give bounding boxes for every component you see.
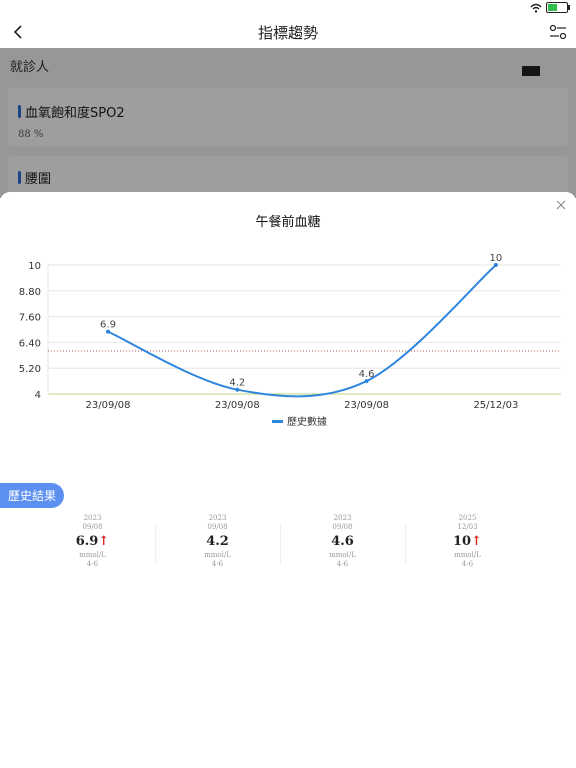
result-value: 4.2 bbox=[155, 534, 280, 550]
high-arrow-icon: ↑ bbox=[471, 534, 482, 549]
y-tick-label: 5.20 bbox=[19, 364, 41, 375]
data-label: 6.9 bbox=[100, 320, 116, 331]
result-range: 4-6 bbox=[336, 560, 349, 568]
data-label: 4.2 bbox=[229, 378, 245, 389]
legend-label: 歷史數據 bbox=[287, 415, 327, 428]
result-date: 09/08 bbox=[82, 523, 103, 531]
x-tick-label: 23/09/08 bbox=[86, 400, 131, 411]
y-tick-label: 10 bbox=[28, 261, 41, 272]
settings-sliders-icon bbox=[549, 24, 567, 40]
result-unit: mmol/L bbox=[79, 551, 106, 559]
result-item[interactable]: 2023 09/08 6.9↑ mmol/L 4-6 bbox=[30, 514, 155, 574]
result-range: 4-6 bbox=[86, 560, 99, 568]
result-value: 4.6 bbox=[280, 534, 405, 550]
result-year: 2023 bbox=[83, 514, 102, 522]
x-tick-label: 23/09/08 bbox=[215, 400, 260, 411]
trend-bottom-sheet: 午餐前血糖 10 8.80 7.60 6.40 5.20 4 23/09/08 23/09/0… bbox=[0, 192, 576, 768]
trend-line-chart: 10 8.80 7.60 6.40 5.20 4 23/09/08 23/09/08 23/09… bbox=[19, 253, 561, 428]
y-tick-label: 7.60 bbox=[19, 313, 41, 324]
close-icon bbox=[556, 200, 566, 210]
data-label: 10 bbox=[490, 253, 503, 264]
result-item[interactable]: 2023 09/08 4.2 mmol/L 4-6 bbox=[155, 514, 280, 574]
result-value-number: 4.2 bbox=[206, 534, 229, 549]
result-value-number: 10 bbox=[453, 534, 472, 549]
result-value-number: 4.6 bbox=[331, 534, 354, 549]
series-line bbox=[107, 264, 497, 398]
result-year: 2023 bbox=[208, 514, 227, 522]
page-title: 指標趨勢 bbox=[257, 24, 318, 42]
sheet-title: 午餐前血糖 bbox=[255, 215, 321, 230]
data-label: 4.6 bbox=[359, 369, 375, 380]
result-date: 09/08 bbox=[332, 523, 353, 531]
legend-swatch bbox=[272, 420, 283, 423]
modal-backdrop[interactable] bbox=[0, 48, 576, 198]
wifi-icon bbox=[530, 3, 542, 13]
high-arrow-icon: ↑ bbox=[98, 534, 110, 549]
result-date: 12/03 bbox=[457, 523, 478, 531]
result-date: 09/08 bbox=[207, 523, 228, 531]
x-tick-label: 25/12/03 bbox=[473, 400, 518, 411]
result-value-number: 6.9 bbox=[75, 534, 99, 549]
result-range: 4-6 bbox=[461, 560, 474, 568]
status-bar bbox=[0, 0, 576, 16]
status-icons bbox=[530, 2, 570, 13]
history-results-tab[interactable]: 歷史結果 bbox=[0, 483, 64, 508]
battery-icon bbox=[546, 2, 570, 13]
result-year: 2023 bbox=[333, 514, 352, 522]
y-tick-label: 4 bbox=[35, 390, 41, 401]
result-value: 10↑ bbox=[405, 534, 530, 550]
result-range: 4-6 bbox=[211, 560, 224, 568]
history-results-list: 2023 09/08 6.9↑ mmol/L 4-6 2023 09/08 4.… bbox=[30, 514, 530, 574]
result-value: 6.9↑ bbox=[30, 534, 155, 550]
result-unit: mmol/L bbox=[204, 551, 231, 559]
y-tick-label: 6.40 bbox=[19, 338, 41, 349]
result-year: 2025 bbox=[458, 514, 477, 522]
result-unit: mmol/L bbox=[454, 551, 481, 559]
x-tick-label: 23/09/08 bbox=[344, 400, 389, 411]
result-item[interactable]: 2025 12/03 10↑ mmol/L 4-6 bbox=[405, 514, 530, 574]
top-navigation-bar: 指標趨勢 bbox=[0, 16, 576, 48]
result-item[interactable]: 2023 09/08 4.6 mmol/L 4-6 bbox=[280, 514, 405, 574]
filter-button[interactable] bbox=[546, 20, 570, 44]
result-unit: mmol/L bbox=[329, 551, 356, 559]
y-tick-label: 8.80 bbox=[19, 287, 41, 298]
